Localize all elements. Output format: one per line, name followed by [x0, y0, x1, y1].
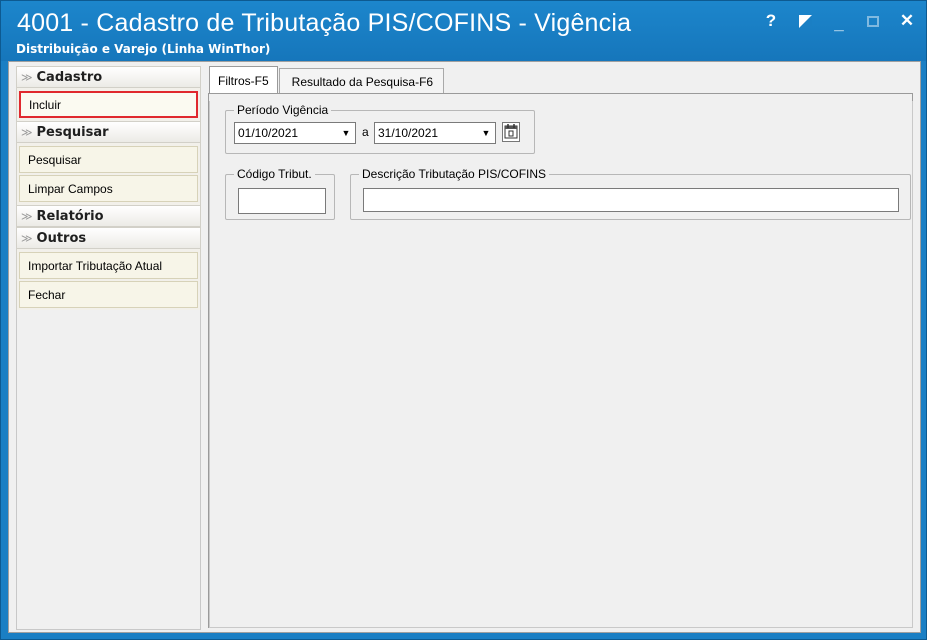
dropdown-arrow-icon[interactable]: ▼ [339, 126, 353, 140]
codigo-tribut-input[interactable] [238, 188, 326, 214]
maximize-button[interactable] [864, 11, 882, 31]
importar-tributacao-button[interactable]: Importar Tributação Atual [19, 252, 198, 279]
dropdown-arrow-icon[interactable]: ▼ [479, 126, 493, 140]
sidebar-group-pesquisar[interactable]: ≫ Pesquisar [16, 121, 201, 143]
incluir-label: Incluir [29, 97, 62, 112]
pesquisar-button[interactable]: Pesquisar [19, 146, 198, 173]
importar-tributacao-label: Importar Tributação Atual [28, 258, 163, 273]
maximize-icon [867, 16, 879, 28]
group-body-outros: Importar Tributação Atual Fechar [16, 249, 201, 311]
between-label: a [362, 125, 369, 139]
periodo-vigencia-group: Período Vigência 01/10/2021 ▼ a 31/10/20… [225, 103, 535, 154]
group-label: Outros [36, 230, 87, 246]
group-body-pesquisar: Pesquisar Limpar Campos [16, 143, 201, 205]
sidebar-group-relatorio[interactable]: ≫ Relatório [16, 205, 201, 227]
tab-resultado[interactable]: Resultado da Pesquisa-F6 [278, 68, 445, 94]
descricao-input[interactable] [363, 188, 899, 212]
chevron-right-icon: ≫ [21, 209, 33, 223]
codigo-tribut-label: Código Tribut. [234, 167, 315, 181]
tab-filtros[interactable]: Filtros-F5 [209, 66, 278, 94]
group-body-cadastro: Incluir [16, 88, 201, 121]
window-subtitle: Distribuição e Varejo (Linha WinThor) [16, 42, 271, 56]
chevron-up-icon: ≫ [21, 231, 33, 245]
fechar-button[interactable]: Fechar [19, 281, 198, 308]
chevron-up-icon: ≫ [21, 70, 33, 84]
sidebar: ≫ Cadastro Incluir ≫ Pesquisar Pesquisar… [16, 66, 201, 311]
sidebar-empty-area [16, 310, 201, 630]
restore-icon [798, 15, 812, 29]
minimize-button[interactable]: _ [830, 11, 848, 33]
calendar-glyph [504, 124, 518, 139]
pesquisar-label: Pesquisar [28, 152, 82, 167]
title-bar[interactable]: 4001 - Cadastro de Tributação PIS/COFINS… [1, 1, 926, 61]
fechar-label: Fechar [28, 287, 66, 302]
calendar-icon[interactable] [502, 122, 520, 142]
end-date-value: 31/10/2021 [378, 126, 439, 140]
sidebar-group-outros[interactable]: ≫ Outros [16, 227, 201, 249]
close-button[interactable]: ✕ [898, 11, 916, 31]
incluir-button[interactable]: Incluir [19, 91, 198, 118]
window-controls: ? _ ✕ [762, 11, 916, 33]
tab-strip: Filtros-F5 Resultado da Pesquisa-F6 [209, 66, 445, 94]
limpar-campos-label: Limpar Campos [28, 181, 113, 196]
group-label: Cadastro [36, 69, 103, 85]
window-title: 4001 - Cadastro de Tributação PIS/COFINS… [17, 9, 632, 37]
app-window: 4001 - Cadastro de Tributação PIS/COFINS… [0, 0, 927, 640]
client-area: ≫ Cadastro Incluir ≫ Pesquisar Pesquisar… [8, 61, 921, 633]
group-label: Pesquisar [36, 124, 109, 140]
filtros-tab-page: Período Vigência 01/10/2021 ▼ a 31/10/20… [208, 93, 913, 628]
restore-button[interactable] [796, 11, 814, 31]
limpar-campos-button[interactable]: Limpar Campos [19, 175, 198, 202]
descricao-group: Descrição Tributação PIS/COFINS [350, 167, 911, 220]
group-label: Relatório [36, 208, 104, 224]
start-date-value: 01/10/2021 [238, 126, 299, 140]
start-date-field[interactable]: 01/10/2021 ▼ [234, 122, 356, 144]
sidebar-group-cadastro[interactable]: ≫ Cadastro [16, 66, 201, 88]
end-date-field[interactable]: 31/10/2021 ▼ [374, 122, 496, 144]
periodo-vigencia-label: Período Vigência [234, 103, 332, 117]
descricao-label: Descrição Tributação PIS/COFINS [359, 167, 550, 181]
codigo-tribut-group: Código Tribut. [225, 167, 335, 220]
help-button[interactable]: ? [762, 11, 780, 31]
chevron-up-icon: ≫ [21, 125, 33, 139]
